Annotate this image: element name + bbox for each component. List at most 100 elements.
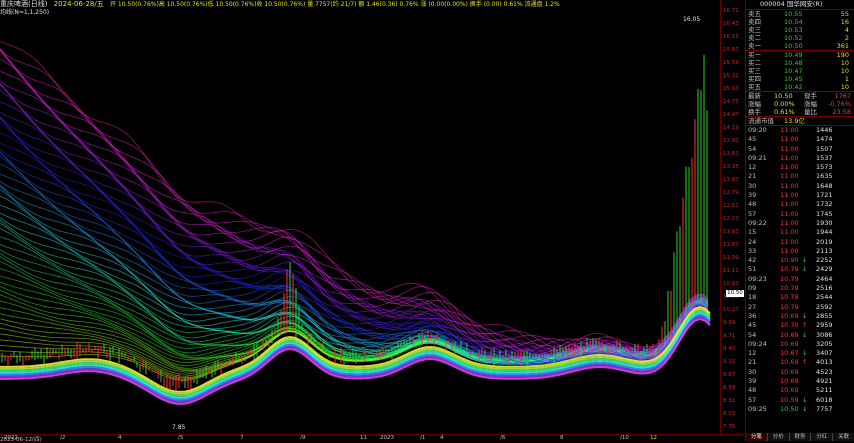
tick-volume: 2019	[816, 237, 833, 246]
tick-time: 54	[748, 330, 757, 339]
order-label: 买五	[748, 83, 761, 91]
tick-row: 42 10.90 ↓ 2252	[746, 256, 854, 265]
current-price-tag: 10.50	[726, 290, 744, 297]
tick-price: 10.69	[780, 311, 799, 320]
order-volume: 10	[840, 67, 849, 75]
tick-volume: 3086	[816, 330, 833, 339]
price-axis-tick: 15.87	[723, 47, 739, 53]
tick-price: 10.50	[780, 404, 799, 413]
tick-volume: 2592	[816, 302, 833, 311]
order-price: 10.47	[784, 67, 803, 75]
quote-header[interactable]: 000004 国华网安(R)	[746, 0, 854, 9]
price-axis-tick: 15.03	[723, 86, 739, 92]
quote-tab[interactable]: 分笔	[746, 433, 768, 441]
tick-row: 09:20 11.00 1446	[746, 126, 854, 135]
price-axis-tick: 14.19	[723, 125, 739, 131]
price-axis-tick: 9.99	[723, 320, 736, 326]
quote-tabs: 分笔 分价 财务 分红 关联	[746, 433, 854, 441]
price-axis-tick: 16.71	[723, 8, 739, 14]
stat-label: 涨幅	[748, 100, 761, 108]
tick-arrow: ↓	[802, 265, 808, 274]
tick-volume: 2855	[816, 311, 833, 320]
order-price: 10.48	[784, 59, 803, 67]
tick-row: 54 10.69 ↓ 3086	[746, 331, 854, 340]
order-label: 卖四	[748, 18, 761, 26]
tick-volume: 7757	[816, 404, 833, 413]
order-row: 买二 10.48 10	[746, 59, 854, 67]
stat-label: 最新	[748, 92, 761, 100]
tick-row: 48 11.00 1732	[746, 200, 854, 209]
quote-tab[interactable]: 分价	[767, 433, 790, 441]
tick-list[interactable]: 09:20 11.00 1446 45 11.00 1474 54 11.00 1507 09:2…	[746, 125, 854, 414]
tick-price: 10.70	[780, 321, 799, 330]
stat-label-2: 量比	[804, 108, 817, 116]
tick-row: 09 10.79 2516	[746, 284, 854, 293]
tick-volume: 1537	[816, 153, 833, 162]
tick-row: 45 10.70 ↑ 2959	[746, 321, 854, 330]
tick-price: 10.69	[780, 367, 799, 376]
price-axis-tick: 11.11	[723, 268, 739, 274]
order-price: 10.50	[784, 42, 803, 50]
price-axis-tick: 7.75	[723, 424, 736, 430]
tick-row: 12 11.00 1573	[746, 163, 854, 172]
tick-price: 11.00	[780, 135, 799, 144]
tick-price: 10.69	[780, 330, 799, 339]
tick-price: 11.00	[780, 126, 799, 134]
tick-time: 27	[748, 302, 757, 311]
tick-arrow: ↓	[802, 256, 808, 265]
float-label: 流通市值	[748, 117, 774, 125]
tick-time: 57	[748, 395, 757, 404]
quote-tab[interactable]: 财务	[789, 433, 812, 441]
order-label: 卖一	[748, 42, 761, 50]
order-row: 卖五 10.55 55	[746, 10, 854, 18]
tick-arrow: ↑	[802, 321, 808, 330]
price-axis-tick: 13.63	[723, 151, 739, 157]
tick-volume: 4523	[816, 367, 833, 376]
tick-volume: 1635	[816, 172, 833, 181]
tick-price: 11.00	[780, 181, 799, 190]
tick-row: 09:22 11.00 1930	[746, 219, 854, 228]
tick-volume: 3205	[816, 339, 833, 348]
tick-row: 21 10.69 ↑ 4013	[746, 358, 854, 367]
tick-time: 09:23	[748, 274, 767, 283]
quote-tab[interactable]: 分红	[811, 433, 834, 441]
tick-time: 18	[748, 293, 757, 302]
quote-tab[interactable]: 关联	[833, 433, 854, 441]
tick-volume: 1474	[816, 135, 833, 144]
tick-price: 11.00	[780, 163, 799, 172]
tick-row: 24 11.00 2019	[746, 238, 854, 247]
tick-time: 24	[748, 237, 757, 246]
tick-row: 30 10.69 4523	[746, 368, 854, 377]
tick-row: 39 11.00 1721	[746, 191, 854, 200]
tick-volume: 2959	[816, 321, 833, 330]
stat-row: 换手 0.61% 量比 23.58	[746, 108, 854, 116]
tick-arrow: ↓	[802, 404, 808, 413]
tick-time: 45	[748, 321, 757, 330]
tick-row: 30 11.00 1648	[746, 182, 854, 191]
kline-canvas[interactable]: 16.05 7.85	[0, 16, 720, 434]
order-label: 卖三	[748, 26, 761, 34]
order-label: 买一	[748, 51, 761, 59]
tick-time: 57	[748, 209, 757, 218]
tick-price: 10.79	[780, 302, 799, 311]
tick-price: 11.00	[780, 246, 799, 255]
stat-value-2: 1767	[834, 92, 851, 100]
high-price-label: 16.05	[683, 16, 700, 23]
tick-volume: 1446	[816, 126, 833, 134]
tick-price: 10.69	[780, 358, 799, 367]
price-axis-tick: 8.31	[723, 398, 736, 404]
order-label: 买三	[748, 67, 761, 75]
tick-volume: 1930	[816, 218, 833, 227]
tick-price: 10.79	[780, 265, 799, 274]
tick-price: 10.90	[780, 256, 799, 265]
tick-row: 54 11.00 1507	[746, 145, 854, 154]
price-axis-tick: 15.59	[723, 60, 739, 66]
tick-time: 30	[748, 367, 757, 376]
tick-volume: 3407	[816, 349, 833, 358]
ohlc-info: 开 10.50(0.76%)高 10.50(0.76%)低 10.50(0.76…	[109, 1, 560, 8]
order-label: 买二	[748, 59, 761, 67]
kline-chart[interactable]: 16.05 7.85	[0, 16, 720, 434]
tick-row: 15 11.00 1944	[746, 228, 854, 237]
date-axis-tick: /2	[60, 435, 66, 441]
tick-row: 18 10.79 2544	[746, 293, 854, 302]
